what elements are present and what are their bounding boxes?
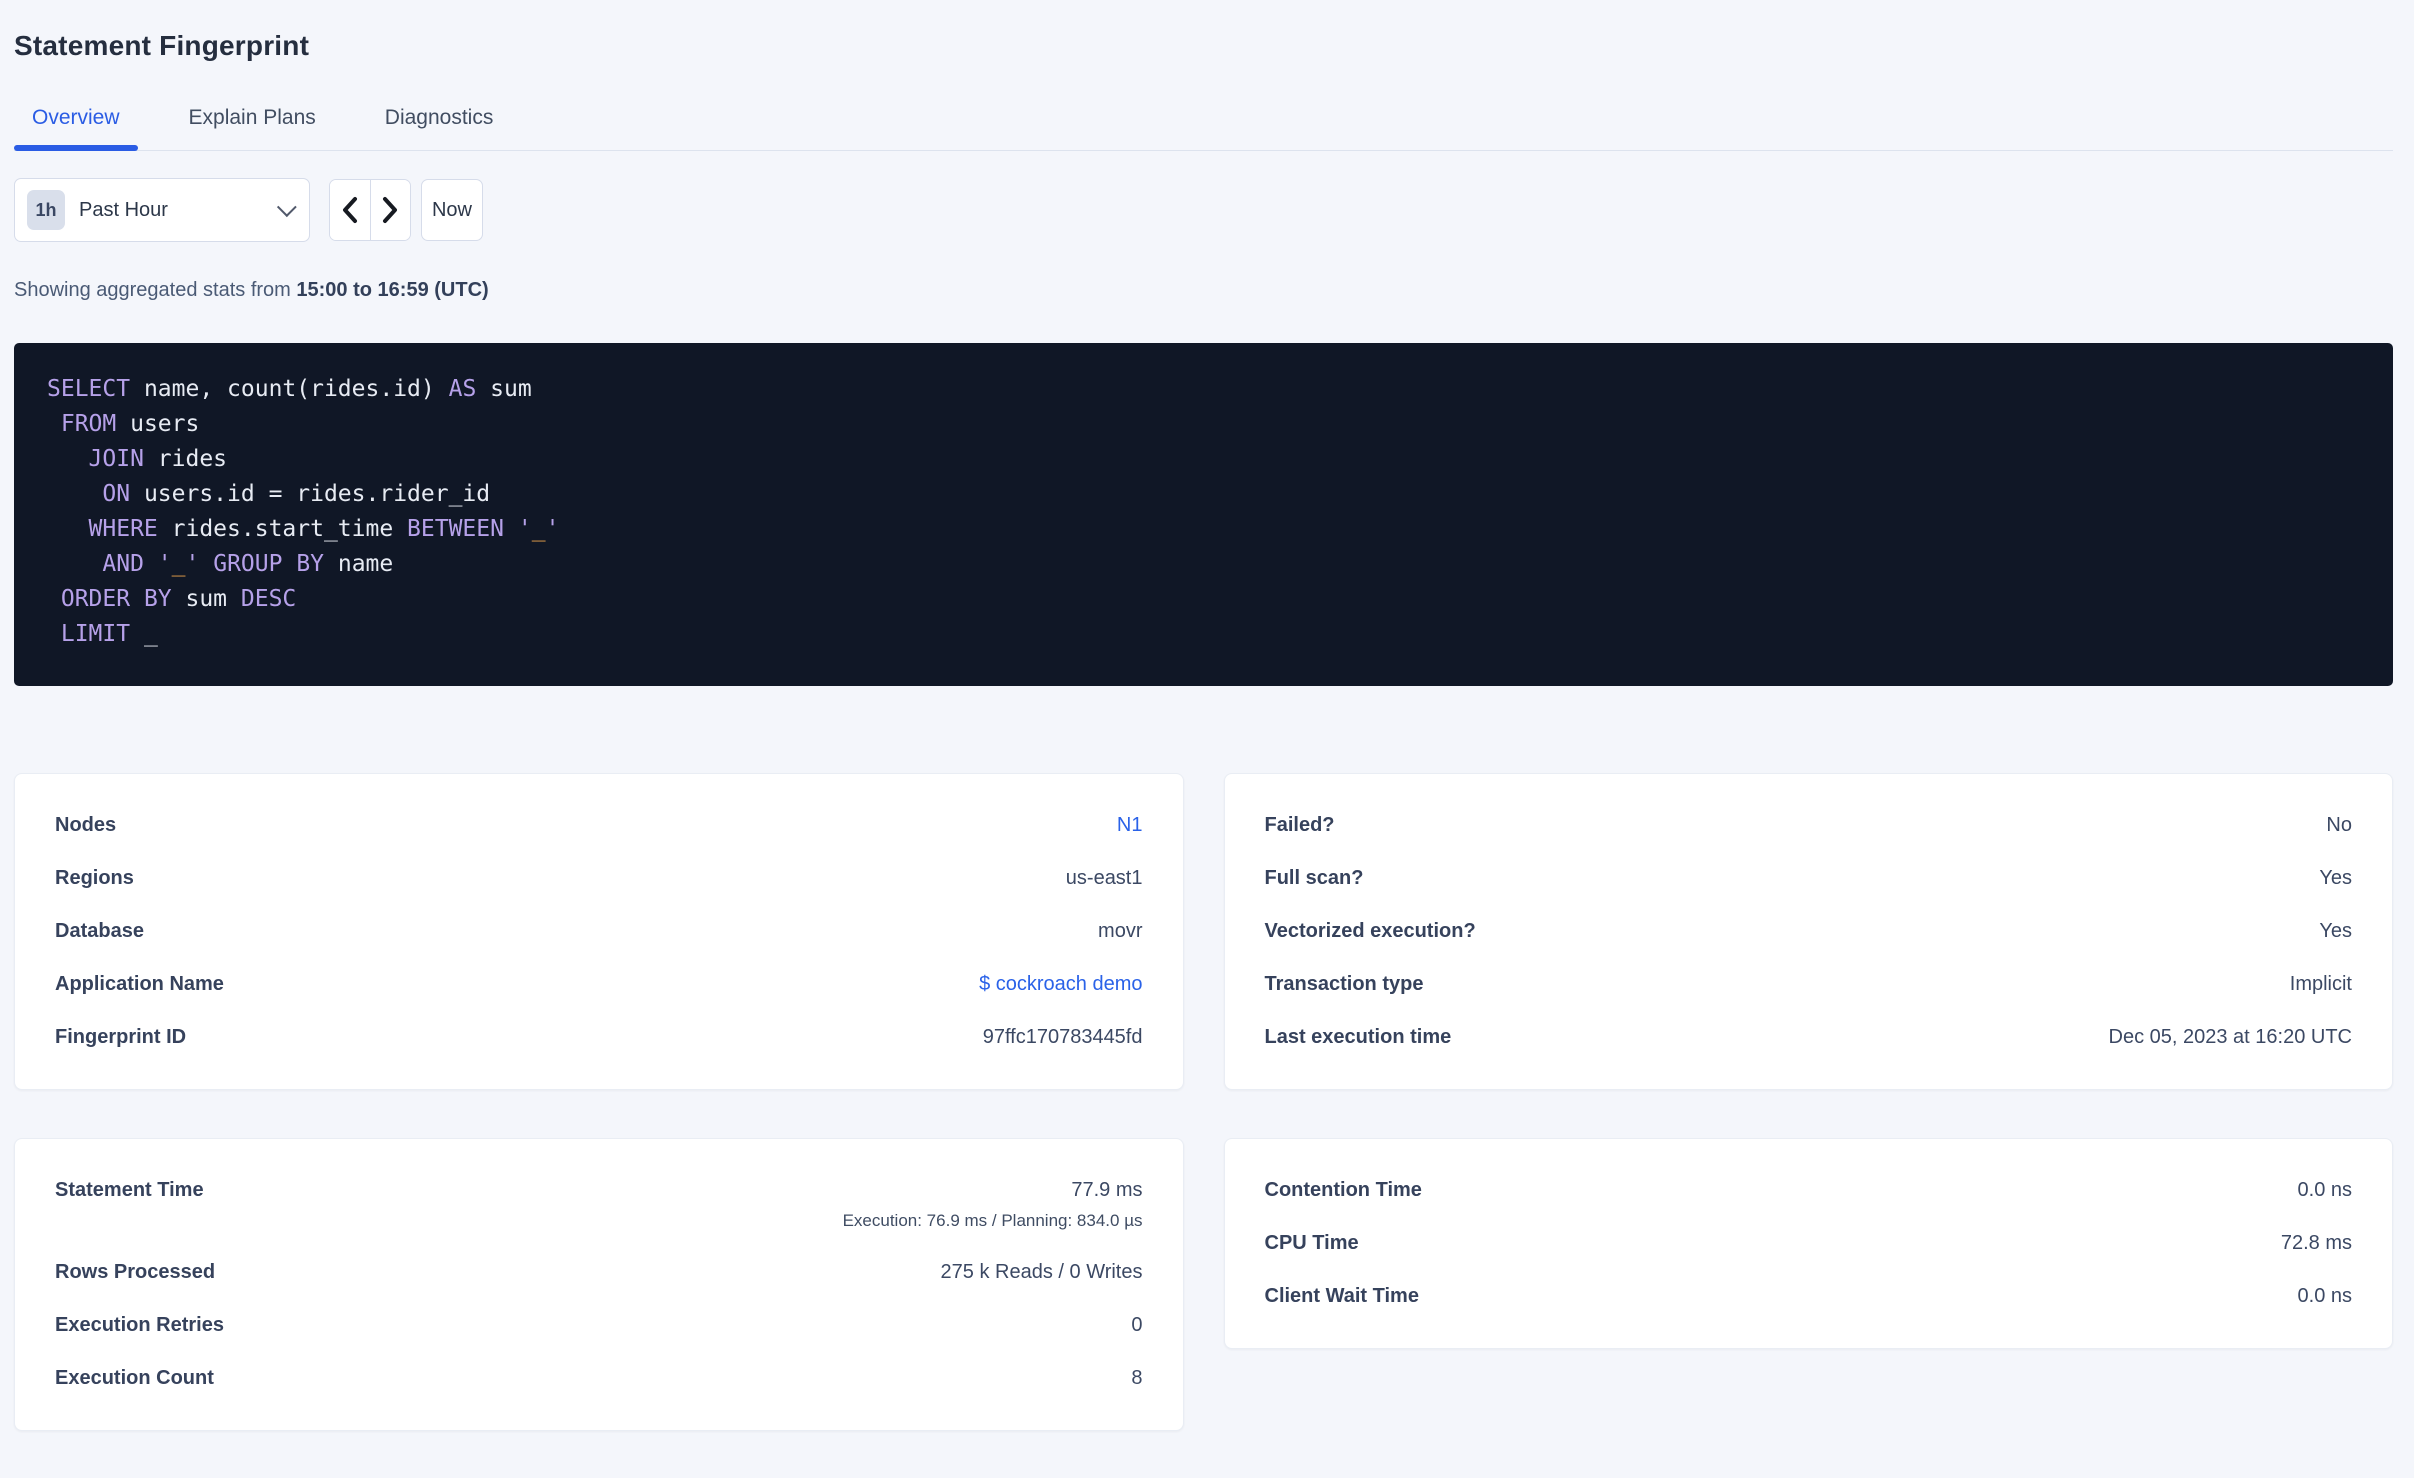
stats-cards: Nodes N1 Regions us-east1 Database movr …: [14, 773, 2393, 1431]
chevron-down-icon: [276, 197, 297, 218]
row-label: Regions: [55, 867, 134, 889]
row-label: Contention Time: [1264, 1179, 1422, 1201]
row-label: Transaction type: [1264, 973, 1424, 995]
aggregation-summary-prefix: Showing aggregated stats from: [14, 279, 297, 301]
resource-usage-card: Contention Time 0.0 ns CPU Time 72.8 ms …: [1223, 1138, 2393, 1349]
row-label: Vectorized execution?: [1264, 920, 1476, 942]
row-label: CPU Time: [1264, 1232, 1359, 1254]
row-value: 72.8 ms: [2280, 1232, 2352, 1254]
timing-card: Statement Time 77.9 ms Execution: 76.9 m…: [14, 1138, 1184, 1431]
row-value: 0: [1131, 1314, 1143, 1336]
application-name-link[interactable]: $ cockroach demo: [979, 973, 1142, 996]
row-label: Database: [55, 920, 144, 942]
attributes-card: Failed? No Full scan? Yes Vectorized exe…: [1223, 773, 2393, 1090]
tab-explain-plans[interactable]: Explain Plans: [171, 92, 334, 150]
card-row-contention-time: Contention Time 0.0 ns: [1265, 1179, 2353, 1202]
row-value: Dec 05, 2023 at 16:20 UTC: [2108, 1026, 2352, 1048]
row-value: 275 k Reads / 0 Writes: [940, 1261, 1143, 1283]
card-row-nodes: Nodes N1: [55, 814, 1143, 837]
card-row-last-execution: Last execution time Dec 05, 2023 at 16:2…: [1265, 1026, 2353, 1049]
sql-statement: SELECT name, count(rides.id) AS sum FROM…: [47, 376, 560, 647]
row-label: Failed?: [1264, 814, 1335, 836]
time-range-dropdown[interactable]: 1h Past Hour: [14, 178, 310, 242]
card-row-fingerprint-id: Fingerprint ID 97ffc170783445fd: [55, 1026, 1143, 1049]
row-label: Client Wait Time: [1264, 1285, 1419, 1307]
card-row-database: Database movr: [55, 920, 1143, 943]
row-value: Yes: [2319, 867, 2352, 889]
metadata-card: Nodes N1 Regions us-east1 Database movr …: [14, 773, 1184, 1090]
nodes-link[interactable]: N1: [1117, 814, 1143, 837]
row-value: 8: [1131, 1367, 1143, 1389]
chevron-left-icon: [342, 197, 357, 223]
row-value: Implicit: [2289, 973, 2352, 995]
card-row-regions: Regions us-east1: [55, 867, 1143, 890]
time-range-badge: 1h: [27, 190, 65, 230]
row-label: Nodes: [55, 814, 117, 836]
card-row-failed: Failed? No: [1265, 814, 2353, 837]
card-row-client-wait-time: Client Wait Time 0.0 ns: [1265, 1285, 2353, 1308]
row-value: movr: [1098, 920, 1143, 942]
aggregation-summary: Showing aggregated stats from 15:00 to 1…: [14, 279, 2393, 302]
time-step-buttons: [329, 179, 411, 241]
card-row-cpu-time: CPU Time 72.8 ms: [1265, 1232, 2353, 1255]
time-range-label: Past Hour: [79, 198, 168, 221]
statement-fingerprint-page: Statement Fingerprint Overview Explain P…: [0, 0, 2414, 1431]
tab-bar: Overview Explain Plans Diagnostics: [14, 92, 2393, 151]
page-title: Statement Fingerprint: [14, 30, 310, 61]
card-row-execution-retries: Execution Retries 0: [55, 1314, 1143, 1337]
row-label: Full scan?: [1264, 867, 1364, 889]
chevron-right-icon: [383, 197, 398, 223]
row-label: Application Name: [55, 973, 224, 995]
row-value: 0.0 ns: [2297, 1285, 2352, 1307]
tab-diagnostics[interactable]: Diagnostics: [367, 92, 512, 150]
card-row-vectorized: Vectorized execution? Yes: [1265, 920, 2353, 943]
row-label: Last execution time: [1264, 1026, 1452, 1048]
sql-statement-box: SELECT name, count(rides.id) AS sum FROM…: [14, 343, 2393, 686]
card-row-application-name: Application Name $ cockroach demo: [55, 973, 1143, 996]
now-button[interactable]: Now: [421, 179, 483, 241]
card-row-execution-count: Execution Count 8: [55, 1367, 1143, 1390]
card-row-transaction-type: Transaction type Implicit: [1265, 973, 2353, 996]
row-value: us-east1: [1065, 867, 1143, 889]
row-value: No: [2326, 814, 2352, 836]
tab-overview[interactable]: Overview: [14, 92, 138, 151]
next-interval-button[interactable]: [370, 180, 410, 240]
row-label: Statement Time: [55, 1179, 204, 1201]
row-value: Yes: [2319, 920, 2352, 942]
row-value: 0.0 ns: [2297, 1179, 2352, 1201]
card-row-rows-processed: Rows Processed 275 k Reads / 0 Writes: [55, 1261, 1143, 1284]
row-value: 97ffc170783445fd: [982, 1026, 1143, 1048]
row-label: Rows Processed: [55, 1261, 216, 1283]
time-controls: 1h Past Hour Now: [14, 178, 2393, 242]
row-label: Fingerprint ID: [55, 1026, 187, 1048]
row-label: Execution Retries: [55, 1314, 224, 1336]
previous-interval-button[interactable]: [330, 180, 371, 240]
statement-time-breakdown: Execution: 76.9 ms / Planning: 834.0 µs: [842, 1211, 1143, 1230]
row-value: 77.9 ms Execution: 76.9 ms / Planning: 8…: [843, 1179, 1143, 1231]
aggregation-summary-range: 15:00 to 16:59 (UTC): [296, 279, 489, 301]
card-row-full-scan: Full scan? Yes: [1265, 867, 2353, 890]
card-row-statement-time: Statement Time 77.9 ms Execution: 76.9 m…: [55, 1179, 1143, 1231]
statement-time-value: 77.9 ms: [1071, 1179, 1143, 1201]
row-label: Execution Count: [55, 1367, 214, 1389]
